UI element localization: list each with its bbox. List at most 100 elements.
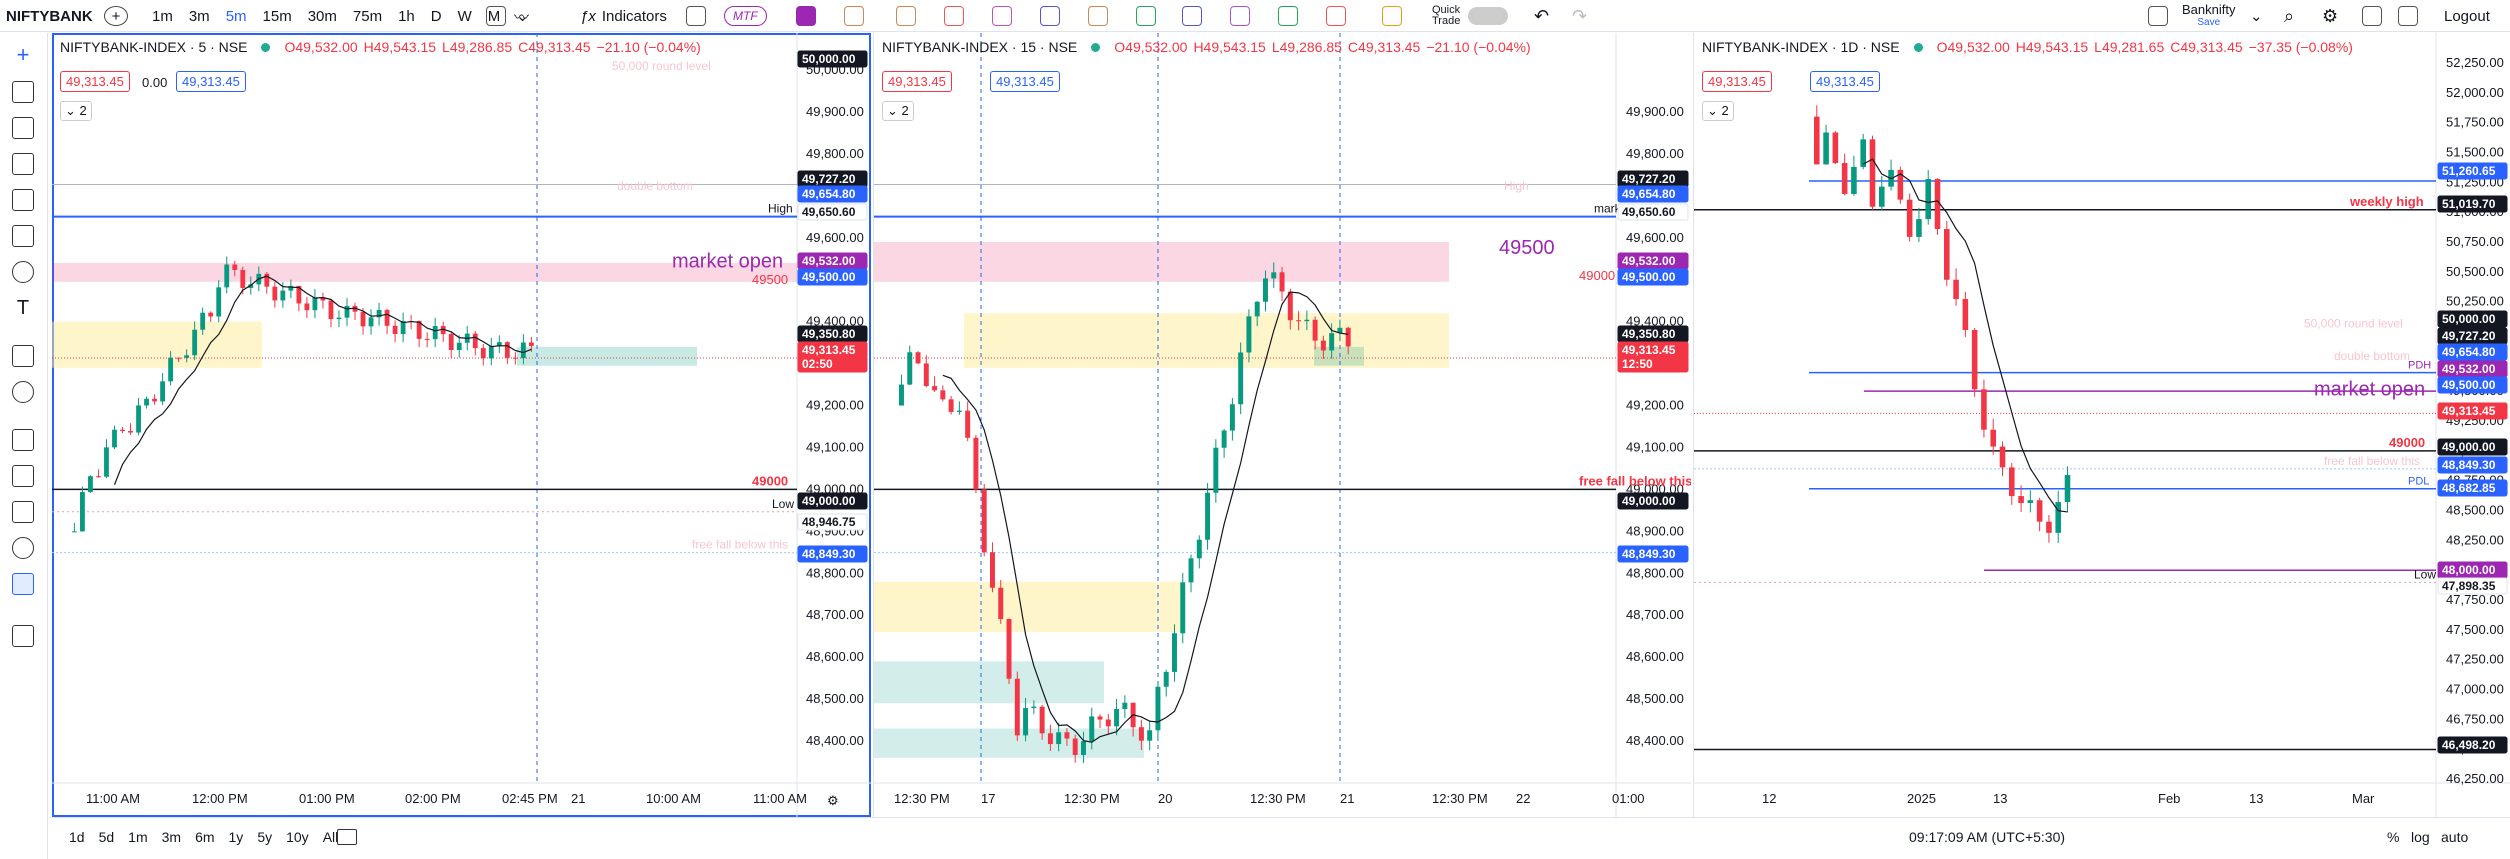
app10-icon[interactable] bbox=[1230, 6, 1250, 26]
link-icon[interactable] bbox=[12, 573, 34, 595]
interval-1m[interactable]: 1m bbox=[152, 8, 173, 25]
interval-1h[interactable]: 1h bbox=[398, 8, 415, 25]
range-all[interactable]: All bbox=[323, 829, 339, 845]
interval-5m[interactable]: 5m bbox=[226, 8, 247, 25]
mtf-button[interactable]: MTF bbox=[724, 6, 767, 26]
buy-price-box[interactable]: 49,313.45 bbox=[176, 71, 246, 92]
chart-pane-1d[interactable]: 52,250.00 52,000.00 51,750.00 51,500.00 51,2… bbox=[1693, 33, 2510, 817]
app6-icon[interactable] bbox=[1040, 6, 1060, 26]
percent-toggle[interactable]: % bbox=[2387, 829, 2399, 845]
settings-icon[interactable]: ⚙ bbox=[2322, 0, 2338, 32]
chevron-down-icon[interactable]: ⌄ bbox=[2250, 0, 2263, 32]
chart-title[interactable]: NIFTYBANK-INDEX · 5 · NSE bbox=[60, 39, 247, 55]
app13-icon[interactable] bbox=[1382, 6, 1402, 26]
pattern-icon[interactable] bbox=[12, 153, 34, 175]
interval-15m[interactable]: 15m bbox=[263, 8, 292, 25]
app8-icon[interactable] bbox=[1136, 6, 1156, 26]
range-3m[interactable]: 3m bbox=[162, 829, 181, 845]
interval-w[interactable]: W bbox=[458, 8, 472, 25]
emoji-icon[interactable] bbox=[12, 261, 34, 283]
logout-button[interactable]: Logout bbox=[2444, 0, 2490, 32]
zoom-icon[interactable] bbox=[12, 381, 34, 403]
candle bbox=[1172, 624, 1177, 682]
chart-canvas[interactable]: 52,250.00 52,000.00 51,750.00 51,500.00 51,2… bbox=[1694, 33, 2510, 817]
crosshair-icon[interactable]: + bbox=[12, 44, 34, 67]
sell-price-box[interactable]: 49,313.45 bbox=[1702, 71, 1772, 92]
eye-icon[interactable] bbox=[12, 537, 34, 559]
candle bbox=[932, 376, 938, 392]
candle bbox=[128, 423, 133, 435]
price-label: 49,500.00 bbox=[797, 268, 868, 286]
chart-canvas[interactable]: 50,000.0049,900.0049,800.0049,700.0049,6… bbox=[52, 33, 871, 817]
app12-icon[interactable] bbox=[1326, 6, 1346, 26]
line-icon[interactable]: 〰 bbox=[514, 0, 529, 32]
candle bbox=[1213, 439, 1219, 503]
range-5d[interactable]: 5d bbox=[99, 829, 115, 845]
buy-price-box[interactable]: 49,313.45 bbox=[1810, 71, 1880, 92]
trash-icon[interactable] bbox=[12, 625, 34, 647]
app5-icon[interactable] bbox=[992, 6, 1012, 26]
settings-icon[interactable]: ⚙ bbox=[827, 793, 839, 808]
candle bbox=[1147, 720, 1153, 751]
candle bbox=[1238, 342, 1244, 415]
chart-pane-15m[interactable]: 49,900.0049,800.0049,700.0049,600.0049,5… bbox=[873, 33, 1691, 817]
interval-d[interactable]: D bbox=[431, 8, 442, 25]
symbol-search[interactable]: NIFTYBANK bbox=[6, 0, 116, 32]
undo-icon[interactable]: ↶ bbox=[1534, 0, 1549, 32]
range-1m[interactable]: 1m bbox=[128, 829, 147, 845]
app2-icon[interactable] bbox=[844, 6, 864, 26]
range-10y[interactable]: 10y bbox=[286, 829, 309, 845]
buy-price-box[interactable]: 49,313.45 bbox=[990, 71, 1060, 92]
indicators-button[interactable]: ƒx Indicators bbox=[580, 0, 667, 32]
search-icon[interactable]: ⌕ bbox=[2284, 0, 2294, 32]
candle bbox=[496, 335, 502, 353]
calendar-icon[interactable] bbox=[337, 829, 357, 845]
svg-text:48,849.30: 48,849.30 bbox=[2442, 458, 2496, 472]
toggle-icon[interactable] bbox=[1468, 7, 1508, 25]
plus-icon[interactable]: + bbox=[104, 6, 128, 26]
interval-3m[interactable]: 3m bbox=[189, 8, 210, 25]
lock-draw-icon[interactable] bbox=[12, 465, 34, 487]
range-6m[interactable]: 6m bbox=[195, 829, 214, 845]
forecast-icon[interactable] bbox=[12, 189, 34, 211]
range-5y[interactable]: 5y bbox=[257, 829, 272, 845]
geometry-icon[interactable] bbox=[12, 225, 34, 247]
fib-icon[interactable] bbox=[12, 117, 34, 139]
indicators-toggle[interactable]: ⌄ 2 bbox=[60, 101, 92, 121]
sell-price-box[interactable]: 49,313.45 bbox=[882, 71, 952, 92]
interval-30m[interactable]: 30m bbox=[308, 8, 337, 25]
log-toggle[interactable]: log bbox=[2411, 829, 2430, 845]
app4-icon[interactable] bbox=[944, 6, 964, 26]
chart-canvas[interactable]: 49,900.0049,800.0049,700.0049,600.0049,5… bbox=[874, 33, 1691, 817]
indicators-toggle[interactable]: ⌄ 2 bbox=[1702, 101, 1734, 121]
auto-toggle[interactable]: auto bbox=[2441, 829, 2468, 845]
range-1y[interactable]: 1y bbox=[229, 829, 244, 845]
sell-price-box[interactable]: 49,313.45 bbox=[60, 71, 130, 92]
magnet-icon[interactable] bbox=[12, 429, 34, 451]
app3-icon[interactable] bbox=[896, 6, 916, 26]
camera-icon[interactable] bbox=[2398, 6, 2418, 26]
trendline-icon[interactable] bbox=[12, 81, 34, 103]
templates-icon[interactable] bbox=[686, 6, 706, 26]
chart-title[interactable]: NIFTYBANK-INDEX · 15 · NSE bbox=[882, 39, 1077, 55]
price-label: 49,350.80 bbox=[797, 325, 868, 343]
text-icon[interactable]: T bbox=[12, 297, 34, 319]
lock-icon[interactable] bbox=[12, 501, 34, 523]
app1-icon[interactable] bbox=[796, 6, 816, 26]
app11-icon[interactable] bbox=[1278, 6, 1298, 26]
fullscreen-icon[interactable] bbox=[2362, 6, 2382, 26]
layout-icon[interactable] bbox=[2148, 6, 2168, 26]
interval-75m[interactable]: 75m bbox=[353, 8, 382, 25]
range-1d[interactable]: 1d bbox=[69, 829, 85, 845]
layout-name[interactable]: Banknifty Save bbox=[2182, 0, 2235, 32]
redo-icon[interactable]: ↷ bbox=[1572, 0, 1587, 32]
indicators-toggle[interactable]: ⌄ 2 bbox=[882, 101, 914, 121]
chart-title[interactable]: NIFTYBANK-INDEX · 1D · NSE bbox=[1702, 39, 1900, 55]
candle bbox=[1155, 680, 1161, 740]
bar-style-icon[interactable] bbox=[486, 6, 506, 26]
app7-icon[interactable] bbox=[1088, 6, 1108, 26]
app9-icon[interactable] bbox=[1182, 6, 1202, 26]
chart-pane-5m[interactable]: 50,000.0049,900.0049,800.0049,700.0049,6… bbox=[52, 33, 871, 817]
price-label: 49,654.80 bbox=[2437, 343, 2508, 361]
ruler-icon[interactable] bbox=[12, 345, 34, 367]
